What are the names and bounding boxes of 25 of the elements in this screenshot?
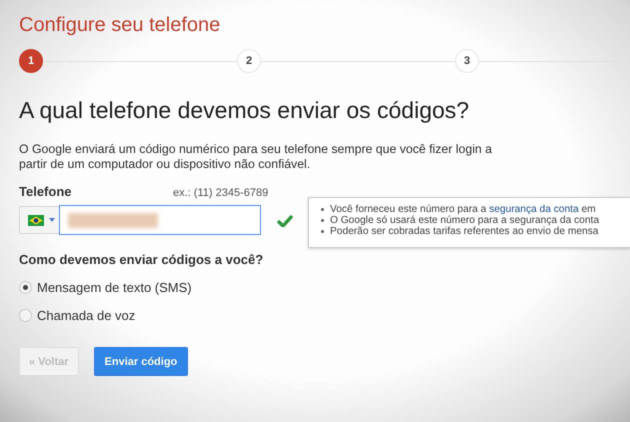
section-label: Como devemos enviar códigos a você? [19,252,264,267]
hint-text: ex.: (11) 2345-6789 [173,187,268,199]
bullet-icon [321,230,324,232]
radio-label[interactable]: Mensagem de texto (SMS) [37,280,192,295]
tooltip-text: Você forneceu este número para a segurança da conta em [330,204,596,214]
step-indicator: 2 [237,49,261,73]
radio-button[interactable] [19,309,32,322]
bullet-icon [321,218,324,222]
step-indicator: 1 [19,49,43,73]
tooltip-text: Poderão ser cobradas tarifas referentes ao envio de mensa [330,226,598,236]
page-title: Configure seu telefone [19,14,220,37]
tooltip-text: O Google só usará este número para a segurança da conta [330,214,600,226]
caret-icon [49,218,55,222]
phone-field[interactable] [59,205,262,235]
radio-label[interactable]: Chamada de voz [37,308,136,323]
account-security-link[interactable]: segurança da conta [489,204,579,214]
flag-icon [28,214,44,226]
send-button[interactable]: Enviar código [94,347,188,376]
bullet-icon [321,208,324,210]
field-label: Telefone [19,184,72,199]
heading: A qual telefone devemos enviar os códigos? [19,97,470,124]
step-indicator: 3 [455,49,479,73]
radio-button[interactable] [19,281,32,294]
description: O Google enviará um código numérico para seu telefone sempre que você fizer login a partir de um computador ou dispositivo não confiável. [19,142,494,172]
country-dropdown[interactable] [19,206,60,234]
